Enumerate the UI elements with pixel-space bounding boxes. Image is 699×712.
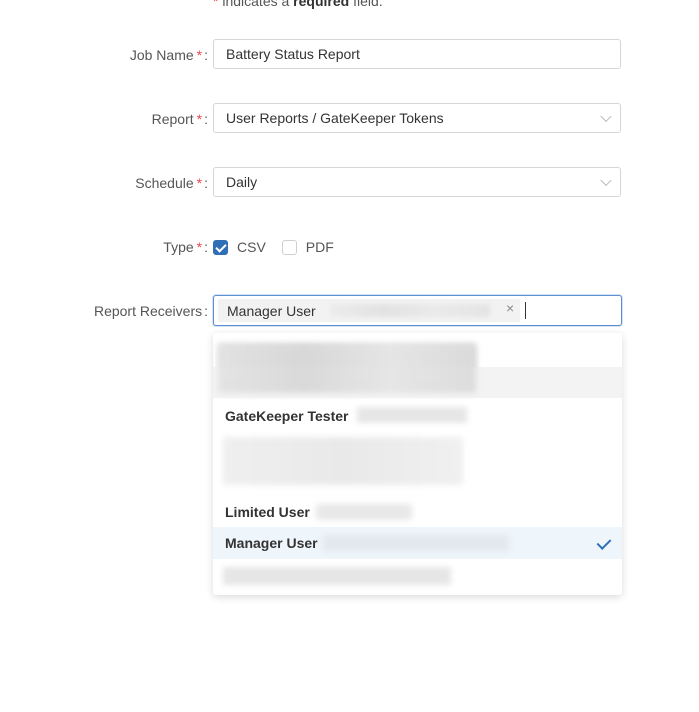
label-colon: :: [204, 47, 208, 63]
required-note-suffix: field.: [349, 0, 383, 9]
required-star: *: [196, 175, 203, 191]
required-note-star: *: [213, 0, 223, 9]
type-option-pdf[interactable]: PDF: [281, 239, 334, 255]
schedule-select[interactable]: Daily: [213, 167, 621, 197]
required-note: * indicates a required field.: [213, 0, 383, 9]
job-name-field[interactable]: [213, 39, 621, 69]
close-icon[interactable]: ×: [506, 300, 514, 316]
chevron-down-icon: [600, 110, 612, 123]
required-note-text: indicates a: [222, 0, 294, 9]
required-star: *: [196, 239, 203, 255]
csv-label: CSV: [237, 239, 266, 255]
text-cursor: [525, 302, 526, 319]
type-option-csv[interactable]: CSV: [213, 239, 266, 255]
receivers-label-text: Report Receivers: [93, 303, 203, 319]
redacted-text: [323, 535, 509, 551]
label-colon: :: [204, 303, 208, 319]
redacted-text: [330, 304, 490, 317]
selected-receiver-tag: Manager User: [218, 299, 520, 322]
type-checkbox-group: CSV PDF: [213, 239, 350, 255]
type-label-text: Type: [163, 239, 194, 255]
job-name-input[interactable]: [226, 46, 586, 62]
dropdown-option[interactable]: Limited User: [213, 496, 622, 528]
required-star: *: [196, 47, 203, 63]
redacted-option: [223, 437, 463, 485]
redacted-option: [223, 567, 451, 585]
receivers-label: Report Receivers:: [94, 303, 208, 319]
receivers-dropdown: GateKeeper Tester Limited User Manager U…: [213, 333, 622, 595]
required-note-bold: required: [293, 0, 350, 9]
report-select-value: User Reports / GateKeeper Tokens: [226, 110, 444, 126]
required-star: *: [196, 111, 203, 127]
schedule-label: Schedule *:: [135, 175, 208, 191]
dropdown-option-label: Limited User: [225, 504, 310, 520]
type-label: Type *:: [163, 239, 208, 255]
check-icon: [596, 535, 612, 550]
schedule-select-value: Daily: [226, 174, 258, 190]
report-label-text: Report: [151, 111, 194, 127]
redacted-text: [316, 504, 412, 520]
schedule-label-text: Schedule: [135, 175, 194, 191]
report-select[interactable]: User Reports / GateKeeper Tokens: [213, 103, 621, 133]
label-colon: :: [204, 239, 208, 255]
chevron-down-icon: [600, 174, 612, 187]
redacted-text: [357, 407, 467, 423]
selected-receiver-tag-label: Manager User: [227, 302, 316, 319]
report-label: Report *:: [152, 111, 208, 127]
pdf-label: PDF: [305, 239, 334, 255]
label-colon: :: [204, 111, 208, 127]
redacted-option-overlay: [218, 345, 476, 393]
dropdown-option-label: GateKeeper Tester: [225, 408, 349, 424]
pdf-checkbox[interactable]: [281, 239, 297, 255]
job-name-label-text: Job Name: [129, 47, 194, 63]
label-colon: :: [204, 175, 208, 191]
csv-checkbox[interactable]: [213, 239, 228, 255]
job-name-label: Job Name *:: [130, 47, 208, 63]
receivers-multiselect[interactable]: Manager User ×: [213, 295, 622, 326]
dropdown-option-label: Manager User: [225, 535, 318, 551]
